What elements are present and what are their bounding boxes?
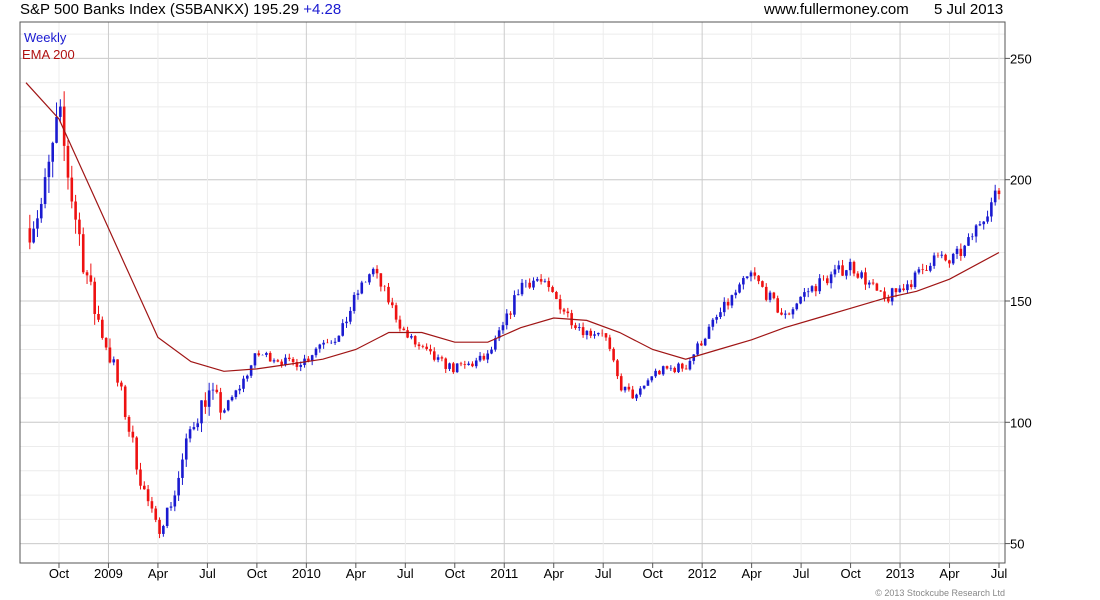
x-tick-label: Jul (397, 566, 414, 581)
x-tick-label: Jul (793, 566, 810, 581)
x-tick-label: Oct (643, 566, 664, 581)
y-tick-label: 150 (1010, 294, 1032, 309)
y-tick-label: 250 (1010, 51, 1032, 66)
copyright-notice: © 2013 Stockcube Research Ltd (875, 588, 1005, 598)
y-tick-label: 100 (1010, 415, 1032, 430)
x-tick-label: 2010 (292, 566, 321, 581)
x-tick-label: Apr (742, 566, 763, 581)
x-tick-label: 2013 (886, 566, 915, 581)
legend-ema: EMA 200 (22, 47, 75, 62)
x-tick-label: Jul (199, 566, 216, 581)
x-tick-label: Apr (544, 566, 565, 581)
x-tick-label: Jul (991, 566, 1008, 581)
x-tick-label: Oct (49, 566, 70, 581)
y-axis: 50 100 150 200 250 (1005, 51, 1032, 552)
x-tick-label: Apr (346, 566, 367, 581)
y-tick-label: 50 (1010, 537, 1024, 552)
x-tick-label: Apr (939, 566, 960, 581)
x-tick-label: 2011 (490, 566, 518, 581)
x-tick-label: Jul (595, 566, 612, 581)
price-chart: 50 100 150 200 250 Oct 2009 Apr Jul Oct 2010 Apr Ju… (19, 21, 1032, 598)
x-tick-label: Apr (148, 566, 169, 581)
x-axis: Oct 2009 Apr Jul Oct 2010 Apr Jul Oct 2011 Apr Jul O… (49, 563, 1008, 581)
x-tick-label: Oct (247, 566, 268, 581)
x-tick-label: 2009 (94, 566, 123, 581)
plot-frame (19, 21, 1006, 564)
x-tick-label: Oct (840, 566, 861, 581)
x-tick-label: 2012 (688, 566, 717, 581)
y-tick-label: 200 (1010, 173, 1032, 188)
ema-200-line (25, 82, 1000, 372)
x-tick-label: Oct (445, 566, 466, 581)
legend-weekly: Weekly (24, 30, 67, 45)
chart-grid (20, 22, 1005, 563)
